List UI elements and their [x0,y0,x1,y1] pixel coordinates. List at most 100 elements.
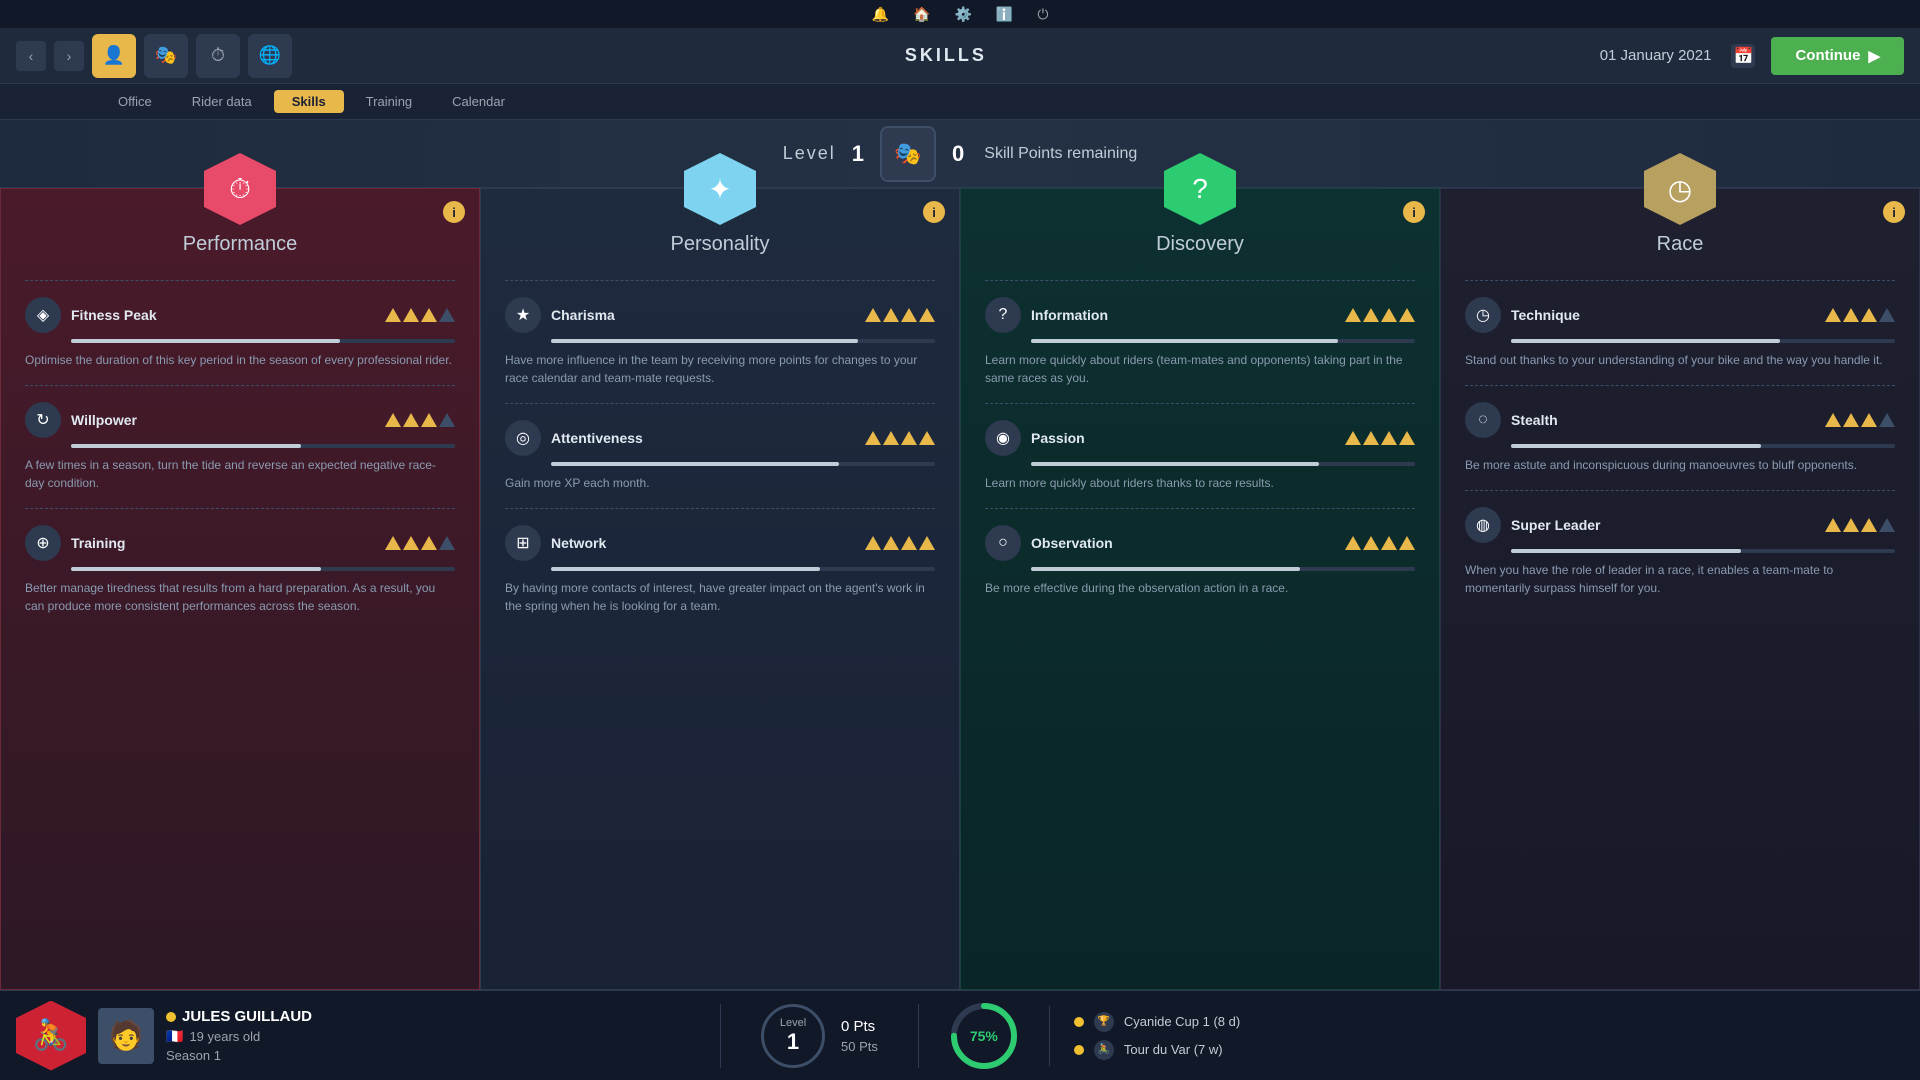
bottom-bar: 🚴 🧑 JULES GUILLAUD 🇫🇷 19 years old Seaso… [0,990,1920,1080]
skill-information: ? Information Learn more quickly about r… [985,289,1415,395]
performance-info-button[interactable]: i [443,201,465,223]
passion-desc: Learn more quickly about riders thanks t… [985,474,1415,492]
level-circle: Level 1 [761,1004,825,1068]
performance-header: ⏱ Performance [25,153,455,262]
skill-card-race: i ◷ Race ◷ Technique Stand out thanks to… [1440,188,1920,990]
stealth-desc: Be more astute and inconspicuous during … [1465,456,1895,474]
skill-attentiveness: ◎ Attentiveness Gain more XP each month. [505,412,935,500]
skill-technique: ◷ Technique Stand out thanks to your und… [1465,289,1895,377]
network-stars [865,536,935,550]
skill-observation: ○ Observation Be more effective during t… [985,517,1415,605]
passion-name: Passion [1031,430,1335,446]
skill-charisma: ★ Charisma Have more influence in the te… [505,289,935,395]
willpower-stars [385,413,455,427]
calendar-icon[interactable]: 📅 [1731,44,1755,68]
tab-skills[interactable]: Skills [274,90,344,113]
network-icon: ⊞ [505,525,541,561]
cycling-icon: 🚴 [1094,1040,1114,1060]
performance-hex-icon: ⏱ [204,153,276,225]
tab-rider-data[interactable]: Rider data [174,90,270,113]
page-title: SKILLS [300,45,1592,66]
nav-tactics-icon[interactable]: 🎭 [144,34,188,78]
charisma-stars [865,308,935,322]
stealth-icon: ◌ [1465,402,1501,438]
discovery-info-button[interactable]: i [1403,201,1425,223]
player-section: 🚴 🧑 JULES GUILLAUD 🇫🇷 19 years old Seaso… [0,1001,720,1071]
player-name: JULES GUILLAUD [166,1008,312,1025]
skill-card-personality: i ✦ Personality ★ Charisma Have more inf… [480,188,960,990]
nav-back-button[interactable]: ‹ [16,41,46,71]
tab-office[interactable]: Office [100,90,170,113]
information-desc: Learn more quickly about riders (team-ma… [985,351,1415,387]
skill-stealth: ◌ Stealth Be more astute and inconspicuo… [1465,394,1895,482]
technique-icon: ◷ [1465,297,1501,333]
race-title: Race [1657,233,1704,256]
home-icon[interactable]: 🏠 [913,6,930,23]
nav-rider-icon[interactable]: 👤 [92,34,136,78]
tab-training[interactable]: Training [348,90,430,113]
skill-willpower: ↻ Willpower A few times in a season, tur… [25,394,455,500]
player-portrait: 🧑 [98,1008,154,1064]
tab-calendar[interactable]: Calendar [434,90,523,113]
nav-forward-button[interactable]: › [54,41,84,71]
super-leader-name: Super Leader [1511,517,1815,533]
nav-time-icon[interactable]: ⏱ [196,34,240,78]
discovery-title: Discovery [1156,233,1244,256]
personality-info-button[interactable]: i [923,201,945,223]
super-leader-stars [1825,518,1895,532]
info-icon[interactable]: ℹ️ [996,6,1013,23]
nav-globe-icon[interactable]: 🌐 [248,34,292,78]
race-info-button[interactable]: i [1883,201,1905,223]
technique-stars [1825,308,1895,322]
information-icon: ? [985,297,1021,333]
race-hex-icon: ◷ [1644,153,1716,225]
race-dot-2 [1074,1045,1084,1055]
continue-button[interactable]: Continue ▶ [1771,37,1904,75]
power-icon[interactable]: ⏻ [1037,6,1048,23]
race-item-2: 🚴 Tour du Var (7 w) [1074,1040,1896,1060]
technique-name: Technique [1511,307,1815,323]
training-stars [385,536,455,550]
personality-header: ✦ Personality [505,153,935,262]
training-icon: ⊕ [25,525,61,561]
pts-current: 0 Pts [841,1018,878,1035]
chevron-right-icon: ▶ [1868,47,1880,65]
race-name-1: Cyanide Cup 1 (8 d) [1124,1014,1240,1029]
network-desc: By having more contacts of interest, hav… [505,579,935,615]
skill-card-discovery: i ? Discovery ? Information Learn more q… [960,188,1440,990]
personality-title: Personality [671,233,770,256]
charisma-desc: Have more influence in the team by recei… [505,351,935,387]
race-item-1: 🏆 Cyanide Cup 1 (8 d) [1074,1012,1896,1032]
skill-network: ⊞ Network By having more contacts of int… [505,517,935,623]
fitness-peak-desc: Optimise the duration of this key period… [25,351,455,369]
progress-label: 75% [970,1028,998,1044]
race-header: ◷ Race [1465,153,1895,262]
skill-fitness-peak: ◈ Fitness Peak Optimise the duration of … [25,289,455,377]
pts-total: 50 Pts [841,1039,878,1054]
charisma-icon: ★ [505,297,541,333]
player-age: 🇫🇷 19 years old [166,1028,312,1045]
attentiveness-desc: Gain more XP each month. [505,474,935,492]
fitness-peak-stars [385,308,455,322]
stealth-stars [1825,413,1895,427]
training-desc: Better manage tiredness that results fro… [25,579,455,615]
gear-icon[interactable]: ⚙️ [954,6,971,23]
skill-passion: ◉ Passion Learn more quickly about rider… [985,412,1415,500]
discovery-header: ? Discovery [985,153,1415,262]
passion-stars [1345,431,1415,445]
skill-card-performance: i ⏱ Performance ◈ Fitness Peak Optimise … [0,188,480,990]
level-section: Level 1 0 Pts 50 Pts [720,1004,919,1068]
level-circle-value: 1 [787,1029,799,1055]
attentiveness-stars [865,431,935,445]
discovery-hex-icon: ? [1164,153,1236,225]
charisma-name: Charisma [551,307,855,323]
top-bar: 🔔 🏠 ⚙️ ℹ️ ⏻ [0,0,1920,28]
passion-icon: ◉ [985,420,1021,456]
information-name: Information [1031,307,1335,323]
bell-icon[interactable]: 🔔 [872,6,889,23]
race-dot-1 [1074,1017,1084,1027]
skill-points-number: 0 [952,141,964,167]
willpower-name: Willpower [71,412,375,428]
player-season: Season 1 [166,1048,312,1063]
attentiveness-icon: ◎ [505,420,541,456]
